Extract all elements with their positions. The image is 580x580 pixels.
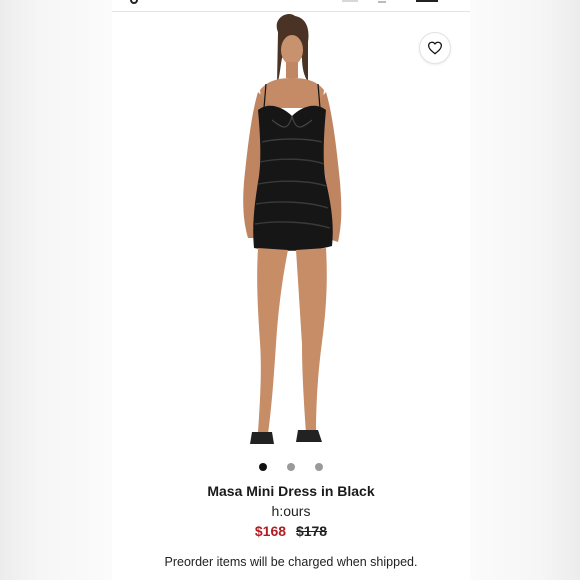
product-page: Masa Mini Dress in Black h:ours $168 $17… (112, 0, 470, 580)
price-row: $168 $178 (112, 523, 470, 539)
product-title: Masa Mini Dress in Black (207, 483, 375, 499)
menu-icon[interactable] (416, 0, 438, 2)
gallery-dot-1[interactable] (259, 463, 267, 471)
gallery-dot-2[interactable] (287, 463, 295, 471)
wishlist-button[interactable] (419, 32, 451, 64)
preorder-note: Preorder items will be charged when ship… (164, 555, 418, 569)
image-pagination (112, 463, 470, 471)
top-nav-bar (112, 0, 470, 12)
product-image[interactable] (112, 12, 470, 456)
brand-link[interactable]: h:ours (112, 503, 470, 519)
heart-icon (427, 41, 443, 55)
user-icon[interactable] (378, 0, 386, 3)
gallery-dot-3[interactable] (315, 463, 323, 471)
sale-price: $168 (254, 523, 287, 539)
bag-icon[interactable] (342, 0, 358, 2)
original-price: $178 (295, 523, 328, 539)
search-icon[interactable] (130, 0, 138, 4)
